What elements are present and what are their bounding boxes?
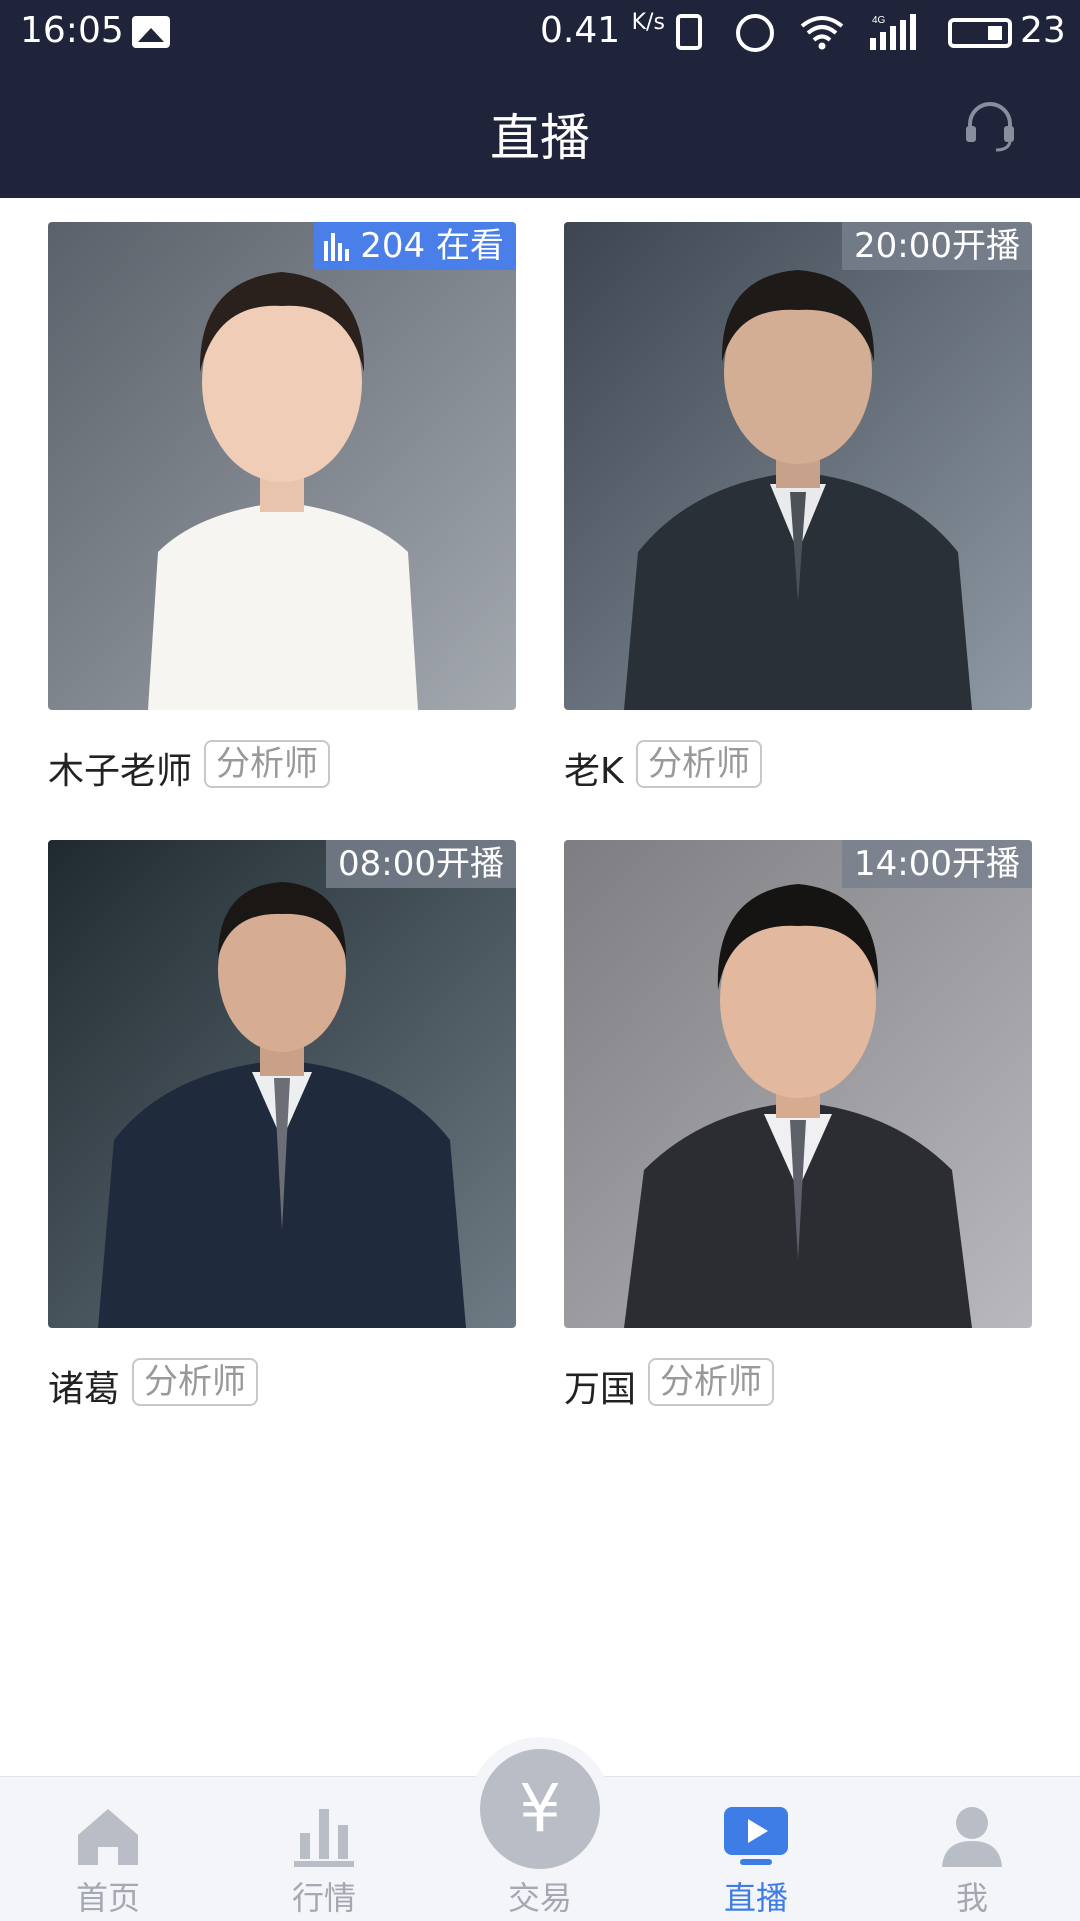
analyst-tag: 分析师 bbox=[132, 1358, 258, 1406]
svg-text:4G: 4G bbox=[872, 15, 886, 26]
broadcast-card[interactable]: 08:00开播 诸葛 分析师 bbox=[48, 840, 516, 1426]
analyst-portrait bbox=[564, 840, 1032, 1328]
bar-chart-icon bbox=[324, 233, 350, 261]
battery-icon bbox=[948, 18, 1012, 48]
analyst-name: 万国 bbox=[564, 1369, 637, 1410]
analyst-photo[interactable]: 20:00开播 bbox=[564, 222, 1032, 710]
signal-icon: 4G bbox=[870, 14, 916, 50]
start-time-badge: 08:00开播 bbox=[326, 840, 516, 888]
viewer-count-badge: 204 在看 bbox=[314, 222, 516, 270]
status-bar: 16:05 0.41 K/s 4G 23 bbox=[0, 0, 1080, 66]
app-header: 直播 bbox=[0, 66, 1080, 198]
analyst-tag: 分析师 bbox=[636, 740, 762, 788]
analyst-tag: 分析师 bbox=[204, 740, 330, 788]
battery-level: 23 bbox=[1020, 10, 1066, 51]
analyst-portrait bbox=[48, 840, 516, 1328]
home-icon bbox=[78, 1809, 138, 1865]
analyst-tag: 分析师 bbox=[648, 1358, 774, 1406]
nav-me[interactable]: 我 bbox=[902, 1777, 1042, 1921]
network-speed: 0.41 K/s bbox=[540, 10, 665, 51]
nav-label: 行情 bbox=[291, 1879, 356, 1917]
headset-icon[interactable] bbox=[960, 96, 1020, 156]
nav-label: 首页 bbox=[75, 1879, 140, 1917]
analyst-name: 老K bbox=[564, 751, 624, 792]
analyst-photo[interactable]: 14:00开播 bbox=[564, 840, 1032, 1328]
live-play-icon bbox=[724, 1807, 788, 1865]
nav-market[interactable]: 行情 bbox=[254, 1777, 394, 1921]
analyst-name: 木子老师 bbox=[48, 751, 193, 792]
viewer-count: 204 在看 bbox=[360, 226, 504, 266]
nav-label: 交易 bbox=[507, 1879, 572, 1917]
nav-live[interactable]: 直播 bbox=[686, 1777, 826, 1921]
start-time-badge: 20:00开播 bbox=[842, 222, 1032, 270]
analyst-photo[interactable]: 204 在看 bbox=[48, 222, 516, 710]
nav-home[interactable]: 首页 bbox=[38, 1777, 178, 1921]
status-time: 16:05 bbox=[20, 10, 124, 51]
trade-button[interactable]: ¥ bbox=[468, 1737, 612, 1881]
user-icon bbox=[942, 1807, 1002, 1867]
bottom-nav: 首页 行情 ¥ 交易 直播 我 bbox=[0, 1737, 1080, 1921]
analyst-name: 诸葛 bbox=[48, 1369, 121, 1410]
analyst-portrait bbox=[48, 222, 516, 710]
nav-trade[interactable]: ¥ 交易 bbox=[468, 1737, 612, 1921]
broadcast-card[interactable]: 20:00开播 老K 分析师 bbox=[564, 222, 1032, 808]
yuan-icon: ¥ bbox=[480, 1749, 600, 1869]
market-chart-icon bbox=[294, 1809, 354, 1867]
nav-label: 我 bbox=[955, 1879, 988, 1917]
broadcast-card[interactable]: 204 在看 木子老师 分析师 bbox=[48, 222, 516, 808]
start-time-badge: 14:00开播 bbox=[842, 840, 1032, 888]
gallery-notification-icon bbox=[132, 16, 170, 48]
analyst-portrait bbox=[564, 222, 1032, 710]
nav-label: 直播 bbox=[723, 1879, 788, 1917]
alarm-icon bbox=[736, 14, 774, 52]
broadcast-card[interactable]: 14:00开播 万国 分析师 bbox=[564, 840, 1032, 1426]
page-title: 直播 bbox=[490, 109, 590, 167]
analyst-photo[interactable]: 08:00开播 bbox=[48, 840, 516, 1328]
wifi-icon bbox=[800, 16, 844, 50]
vibrate-icon bbox=[676, 14, 702, 50]
